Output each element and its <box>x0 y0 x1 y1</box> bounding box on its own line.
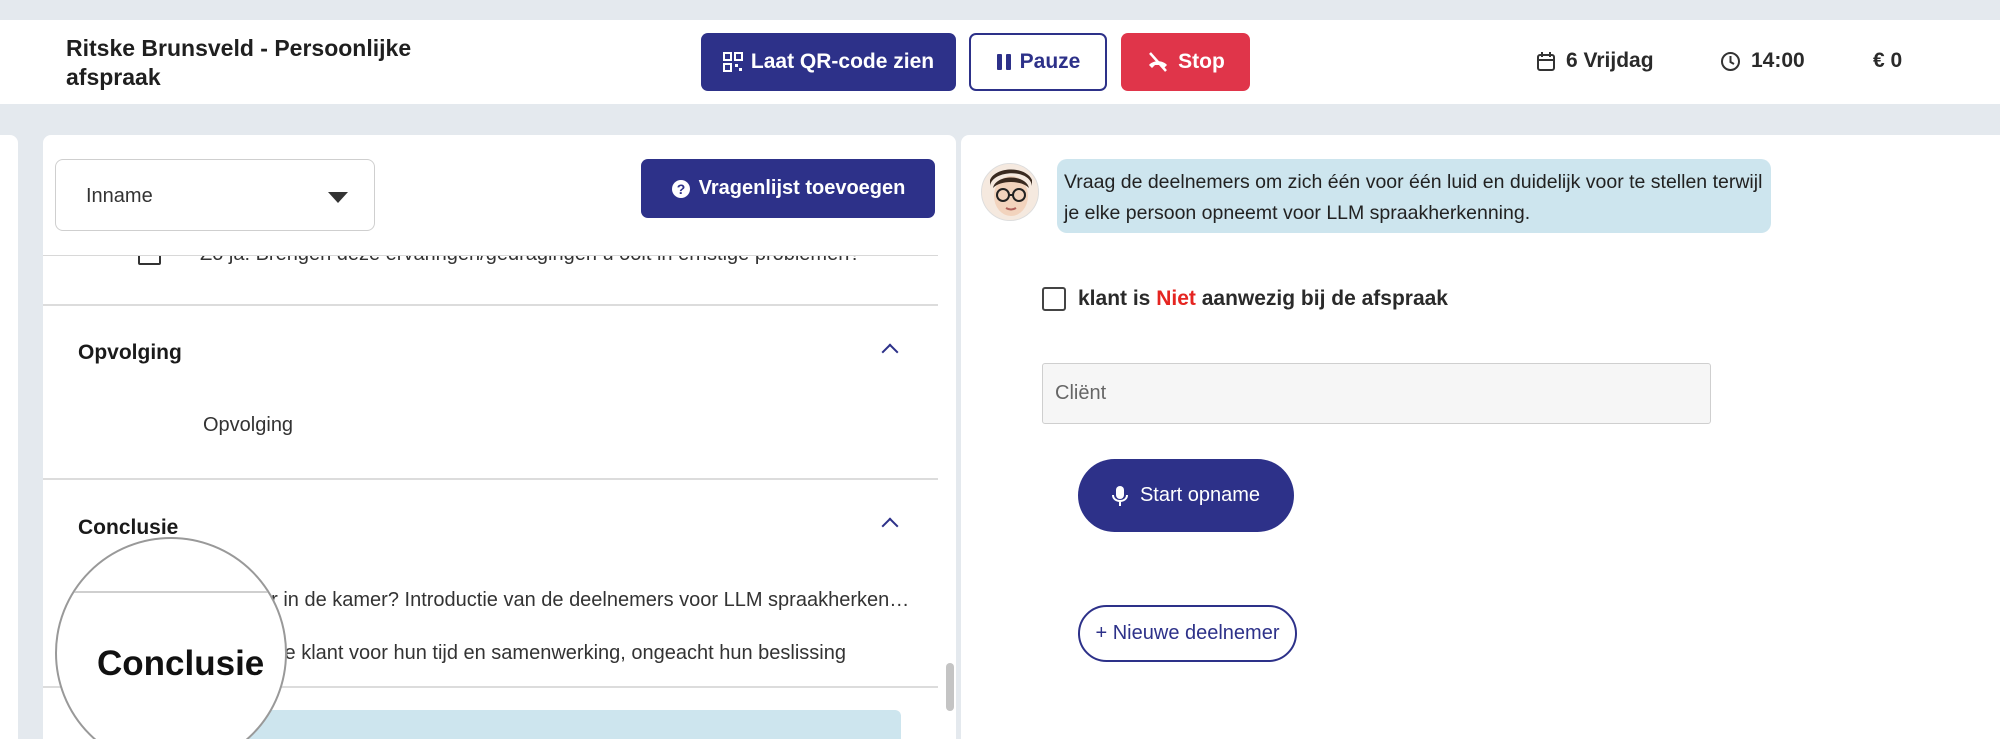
client-absent-checkbox[interactable] <box>1042 287 1066 311</box>
caret-down-icon <box>328 192 348 203</box>
appointment-date: 6 Vrijdag <box>1536 49 1654 73</box>
show-qr-label: Laat QR-code zien <box>750 50 935 73</box>
svg-text:?: ? <box>676 181 685 197</box>
phone-hangup-icon <box>1149 52 1168 72</box>
page-title: Ritske Brunsveld - Persoonlijke afspraak <box>66 35 412 90</box>
section-divider <box>43 304 938 306</box>
show-qr-button[interactable]: Laat QR-code zien <box>701 33 956 91</box>
stop-label: Stop <box>1178 50 1225 73</box>
magnifier-text: Conclusie <box>97 644 265 683</box>
qr-code-icon <box>722 52 743 72</box>
instruction-bubble: Vraag de deelnemers om zich één voor één… <box>1057 159 1771 233</box>
top-bar: Ritske Brunsveld - Persoonlijke afspraak… <box>0 20 2000 104</box>
question-item-opvolging: Opvolging <box>203 414 294 436</box>
add-participant-button[interactable]: + Nieuwe deelnemer <box>1078 605 1297 662</box>
add-questionnaire-label: Vragenlijst toevoegen <box>698 177 906 199</box>
appointment-price: € 0 <box>1873 49 1902 73</box>
scrollbar-thumb[interactable] <box>946 663 954 711</box>
collapsed-sidebar <box>0 135 18 739</box>
date-text: 6 Vrijdag <box>1566 49 1654 72</box>
phase-select[interactable]: Inname <box>55 159 375 231</box>
phase-select-value: Inname <box>86 185 153 207</box>
microphone-icon <box>1111 485 1128 506</box>
magnifier-divider <box>57 591 285 593</box>
add-participant-label: + Nieuwe deelnemer <box>1095 622 1280 644</box>
questionnaire-panel: Inname ? Vragenlijst toevoegen Zo ja: Br… <box>43 135 956 739</box>
clock-icon <box>1721 51 1740 71</box>
chevron-up-icon[interactable] <box>881 343 899 361</box>
assistant-avatar <box>981 163 1039 221</box>
start-recording-button[interactable]: Start opname <box>1078 459 1294 532</box>
time-text: 14:00 <box>1751 49 1805 72</box>
client-absent-label: klant is Niet aanwezig bij de afspraak <box>1078 287 1448 310</box>
pause-icon <box>996 54 1011 70</box>
pause-button[interactable]: Pauze <box>969 33 1107 91</box>
recording-panel: Vraag de deelnemers om zich één voor één… <box>961 135 2000 739</box>
question-checkbox[interactable] <box>138 256 161 265</box>
client-input-placeholder: Cliënt <box>1055 382 1107 404</box>
pause-label: Pauze <box>1019 50 1081 73</box>
chevron-up-icon[interactable] <box>881 517 899 535</box>
price-text: € 0 <box>1873 49 1903 72</box>
client-name-input[interactable]: Cliënt <box>1042 363 1711 424</box>
question-item-partial: Zo ja: Brengen deze ervaringen/gedraging… <box>200 256 920 266</box>
stop-button[interactable]: Stop <box>1121 33 1250 91</box>
start-recording-label: Start opname <box>1139 484 1261 506</box>
appointment-time: 14:00 <box>1720 49 1805 73</box>
client-absent-toggle[interactable]: klant is Niet aanwezig bij de afspraak <box>1042 287 1448 311</box>
question-item-conclusie-2[interactable]: Bedank de klant voor hun tijd en samenwe… <box>200 642 920 665</box>
calendar-icon <box>1537 51 1555 71</box>
question-item-conclusie-1[interactable]: Wie is er in de kamer? Introductie van d… <box>200 589 920 612</box>
section-divider <box>43 478 938 480</box>
add-questionnaire-button[interactable]: ? Vragenlijst toevoegen <box>641 159 935 218</box>
section-title-opvolging[interactable]: Opvolging <box>78 341 182 365</box>
question-circle-icon: ? <box>671 179 690 198</box>
